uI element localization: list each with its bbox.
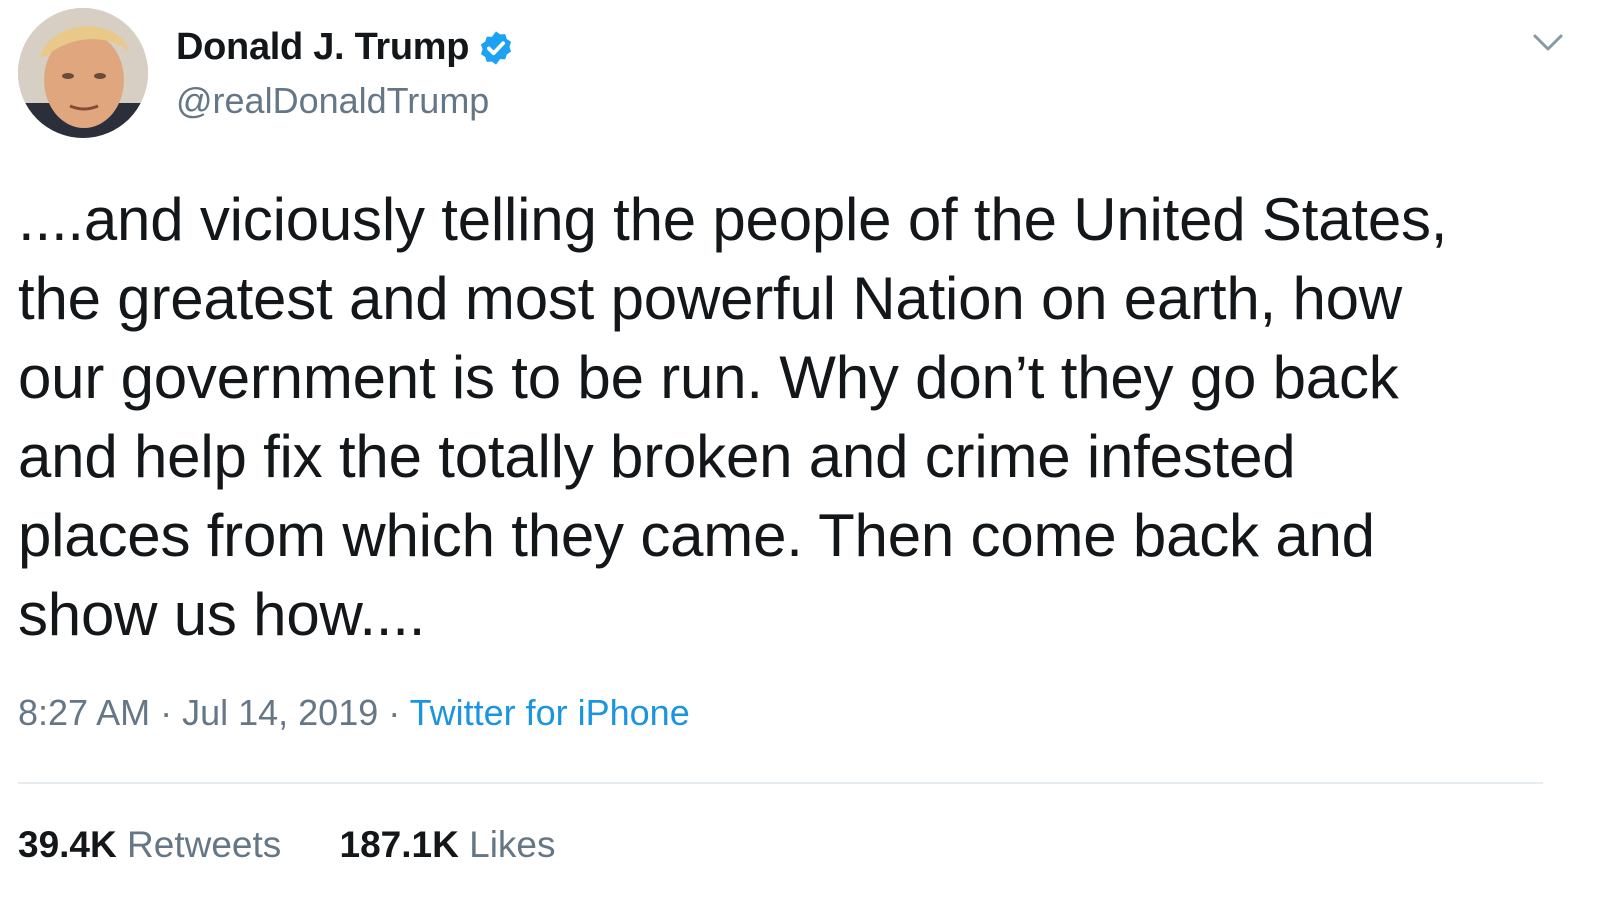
meta-separator: · <box>150 692 183 733</box>
retweets-count: 39.4K <box>18 824 117 865</box>
tweet-card: Donald J. Trump @realDonaldTrump ....and… <box>0 0 1600 899</box>
verified-badge-icon <box>481 30 512 65</box>
author-name-row[interactable]: Donald J. Trump <box>176 26 515 69</box>
retweets-label: Retweets <box>127 824 282 865</box>
avatar-image <box>18 8 148 138</box>
avatar[interactable] <box>18 8 148 138</box>
tweet-stats: 39.4K Retweets 187.1K Likes <box>18 824 604 866</box>
tweet-text: ....and viciously telling the people of … <box>18 186 1448 648</box>
likes-label: Likes <box>469 824 556 865</box>
meta-separator: · <box>378 692 410 733</box>
tweet-source-link[interactable]: Twitter for iPhone <box>410 692 690 733</box>
chevron-down-icon[interactable] <box>1532 30 1564 54</box>
author-display-name[interactable]: Donald J. Trump <box>176 26 470 69</box>
likes-stat[interactable]: 187.1K Likes <box>340 824 556 866</box>
tweet-metadata: 8:27 AM · Jul 14, 2019 · Twitter for iPh… <box>18 692 690 734</box>
tweet-time[interactable]: 8:27 AM <box>18 692 150 733</box>
likes-count: 187.1K <box>339 824 459 865</box>
tweet-date[interactable]: Jul 14, 2019 <box>182 692 378 733</box>
author-handle[interactable]: @realDonaldTrump <box>176 80 489 122</box>
divider <box>18 782 1543 784</box>
retweets-stat[interactable]: 39.4K Retweets <box>18 824 281 866</box>
